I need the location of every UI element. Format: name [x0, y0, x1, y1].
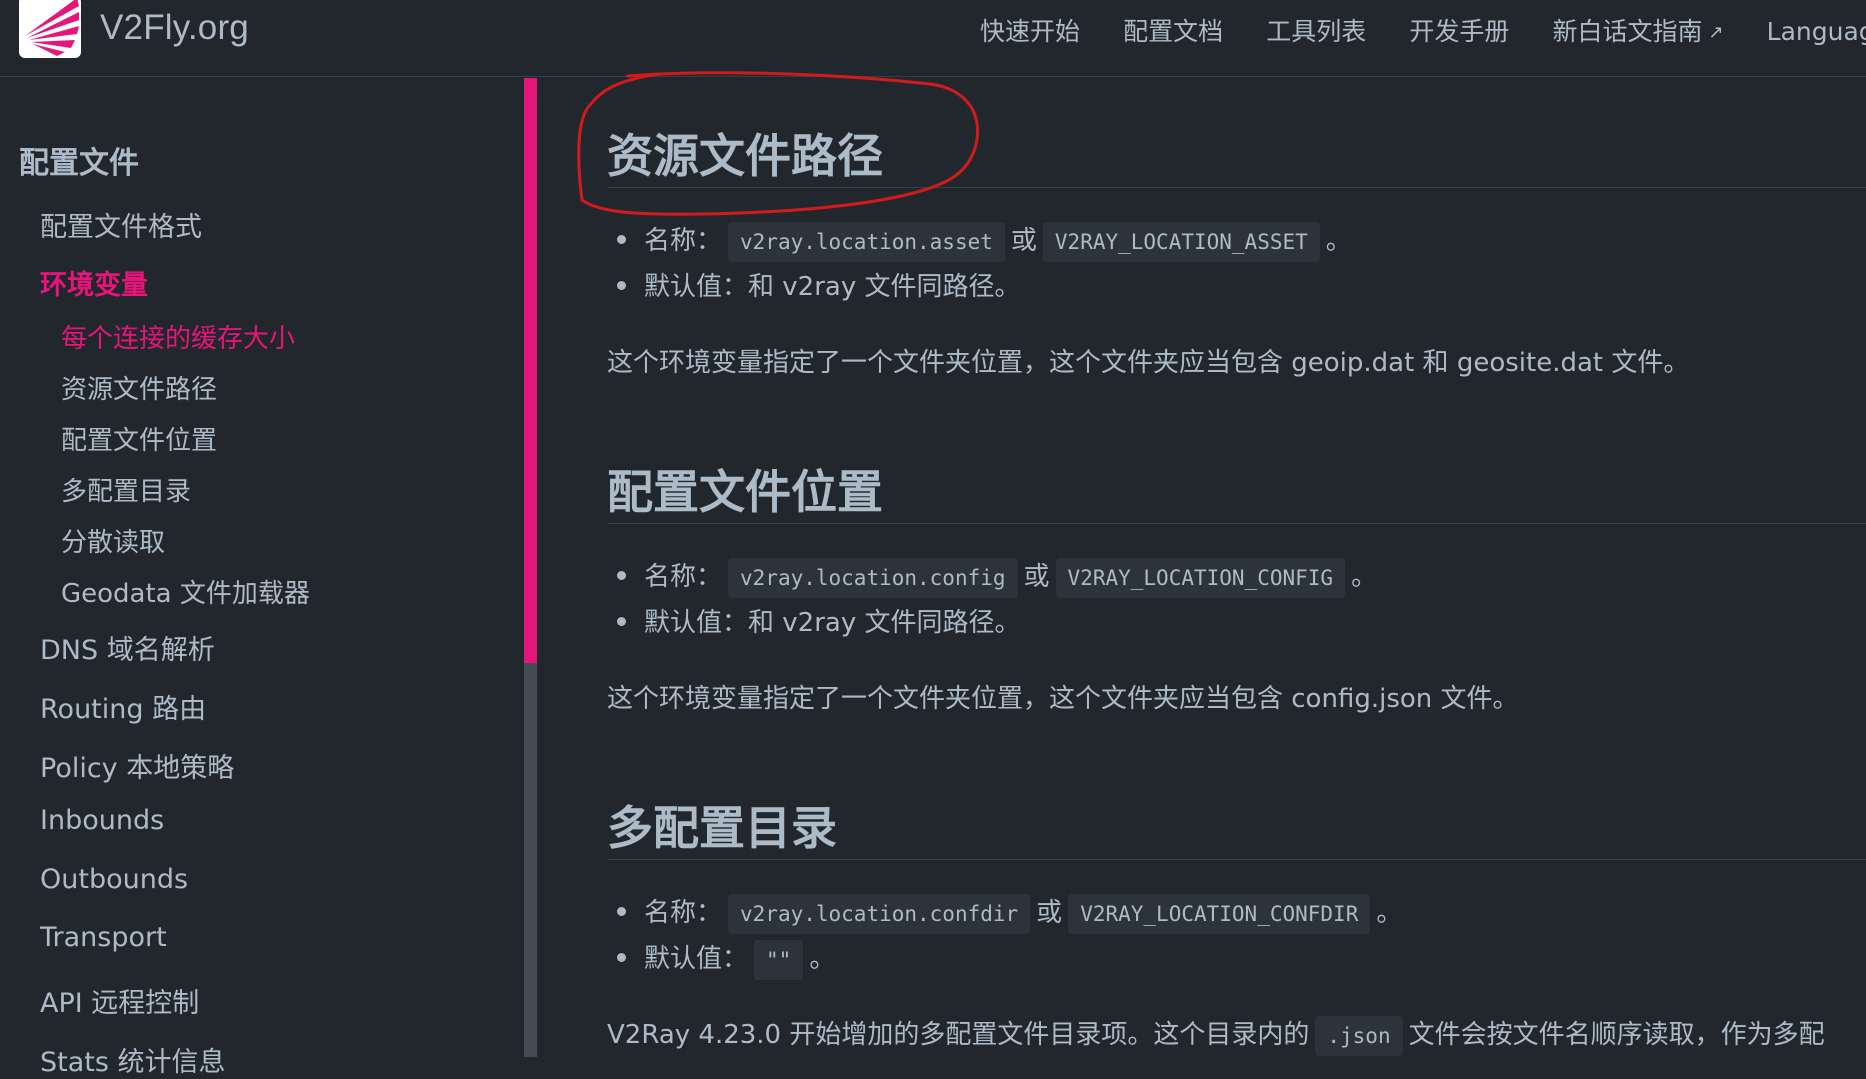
inline-code: .json	[1315, 1016, 1403, 1056]
sidebar-item-transport[interactable]: Transport	[40, 922, 167, 953]
inline-code: v2ray.location.config	[728, 558, 1018, 598]
desc-text: V2Ray 4.23.0 开始增加的多配置文件目录项。这个目录内的	[607, 1020, 1310, 1050]
inline-code: V2RAY_LOCATION_CONFDIR	[1068, 894, 1371, 934]
name-label: 名称：	[644, 226, 723, 256]
main-content: 资源文件路径 名称： v2ray.location.asset 或 V2RAY_LOC…	[538, 78, 1866, 1057]
sidebar-item-geodata-loader[interactable]: Geodata 文件加载器	[61, 573, 310, 610]
name-label: 名称：	[644, 562, 723, 592]
inline-code: v2ray.location.confdir	[728, 894, 1031, 934]
sidebar-item-confdir[interactable]: 多配置目录	[61, 471, 191, 508]
section-divider	[607, 859, 1866, 860]
sidebar-item-config-location[interactable]: 配置文件位置	[61, 420, 217, 457]
section-title-config-location: 配置文件位置	[607, 465, 883, 519]
or-text: 或	[1036, 898, 1063, 928]
sidebar-item-dns[interactable]: DNS 域名解析	[40, 628, 215, 667]
sidebar-item-stats[interactable]: Stats 统计信息	[40, 1040, 226, 1079]
sidebar-item-asset-path[interactable]: 资源文件路径	[61, 369, 217, 406]
bullet-icon	[617, 953, 626, 962]
period-text: 。	[1351, 562, 1378, 592]
sidebar-item-config-format[interactable]: 配置文件格式	[40, 205, 202, 244]
section-divider	[607, 523, 1866, 524]
sidebar-item-split-read[interactable]: 分散读取	[61, 522, 165, 559]
inline-code: ""	[754, 940, 804, 980]
nav-config-docs[interactable]: 配置文档	[1123, 12, 1223, 48]
inline-code: V2RAY_LOCATION_ASSET	[1042, 222, 1320, 262]
external-link-icon: ↗	[1708, 22, 1724, 43]
or-text: 或	[1010, 226, 1037, 256]
top-navbar: V2Fly.org 快速开始 配置文档 工具列表 开发手册 新白话文指南 ↗ La…	[0, 0, 1866, 77]
list-item-name: 名称： v2ray.location.config 或 V2RAY_LOCATION_…	[617, 555, 1377, 599]
nav-tool-list[interactable]: 工具列表	[1266, 12, 1366, 48]
period-text: 。	[809, 944, 836, 974]
section-divider	[607, 187, 1866, 188]
sidebar-item-policy[interactable]: Policy 本地策略	[40, 746, 234, 785]
default-text: 默认值：和 v2ray 文件同路径。	[644, 608, 1021, 638]
list-item-default: 默认值：和 v2ray 文件同路径。	[617, 601, 1020, 645]
nav-guide[interactable]: 新白话文指南 ↗	[1552, 12, 1723, 48]
site-name[interactable]: V2Fly.org	[100, 8, 249, 48]
or-text: 或	[1023, 562, 1050, 592]
nav-quick-start[interactable]: 快速开始	[980, 12, 1080, 48]
v2fly-logo-icon[interactable]	[19, 0, 81, 58]
default-label: 默认值：	[644, 944, 749, 974]
nav-dev-handbook[interactable]: 开发手册	[1409, 12, 1509, 48]
list-item-name: 名称： v2ray.location.asset 或 V2RAY_LOCATION_A…	[617, 219, 1352, 263]
section-title-confdir: 多配置目录	[607, 801, 837, 855]
section-description: V2Ray 4.23.0 开始增加的多配置文件目录项。这个目录内的 .json 文件…	[607, 1013, 1825, 1057]
sidebar-item-outbounds[interactable]: Outbounds	[40, 864, 188, 895]
bullet-icon	[617, 235, 626, 244]
list-item-name: 名称： v2ray.location.confdir 或 V2RAY_LOCATION…	[617, 891, 1402, 935]
name-label: 名称：	[644, 898, 723, 928]
list-item-default: 默认值： ""。	[617, 937, 835, 981]
nav-language[interactable]: Languag	[1767, 17, 1866, 46]
sidebar-item-api[interactable]: API 远程控制	[40, 981, 199, 1020]
section-description: 这个环境变量指定了一个文件夹位置，这个文件夹应当包含 geoip.dat 和 g…	[607, 348, 1690, 378]
desc-text: 文件会按文件名顺序读取，作为多配	[1408, 1020, 1825, 1050]
sidebar-item-inbounds[interactable]: Inbounds	[40, 805, 164, 836]
bullet-icon	[617, 571, 626, 580]
default-text: 默认值：和 v2ray 文件同路径。	[644, 272, 1021, 302]
period-text: 。	[1376, 898, 1403, 928]
nav-links: 快速开始 配置文档 工具列表 开发手册 新白话文指南 ↗ Languag	[980, 12, 1866, 48]
inline-code: v2ray.location.asset	[728, 222, 1005, 262]
sidebar-scrollbar-thumb[interactable]	[524, 78, 537, 663]
list-item-default: 默认值：和 v2ray 文件同路径。	[617, 265, 1020, 309]
section-description: 这个环境变量指定了一个文件夹位置，这个文件夹应当包含 config.json 文…	[607, 684, 1519, 714]
sidebar-item-buffer-size[interactable]: 每个连接的缓存大小	[61, 318, 295, 355]
inline-code: V2RAY_LOCATION_CONFIG	[1055, 558, 1346, 598]
period-text: 。	[1325, 226, 1352, 256]
nav-guide-label: 新白话文指南	[1552, 17, 1703, 46]
bullet-icon	[617, 907, 626, 916]
bullet-icon	[617, 281, 626, 290]
bullet-icon	[617, 617, 626, 626]
sidebar-item-env-vars[interactable]: 环境变量	[40, 263, 148, 302]
sidebar-item-routing[interactable]: Routing 路由	[40, 687, 206, 726]
sidebar-heading: 配置文件	[19, 146, 139, 181]
section-title-asset-path: 资源文件路径	[607, 129, 883, 183]
